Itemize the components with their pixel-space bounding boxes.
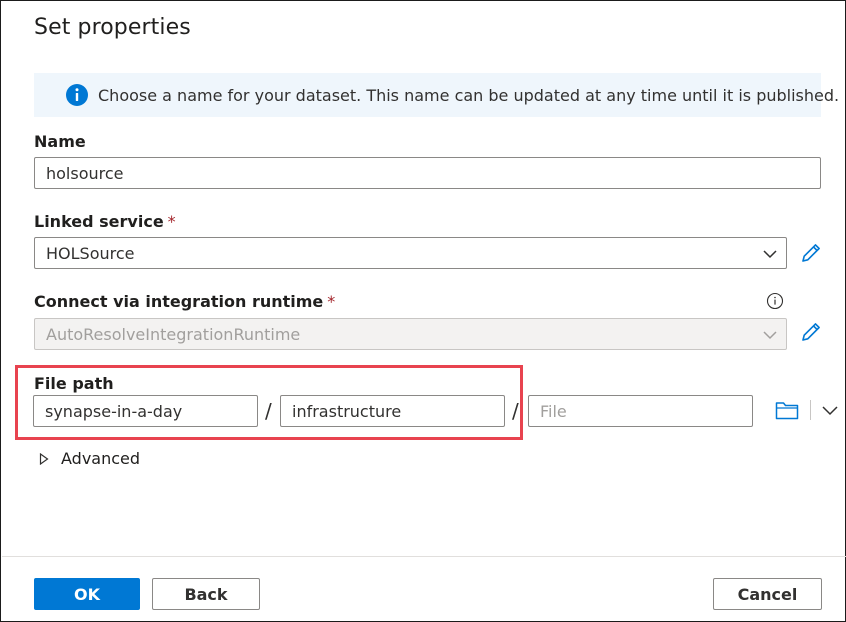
linked-service-label: Linked service * xyxy=(34,212,176,231)
name-input-value: holsource xyxy=(46,163,124,183)
integration-runtime-select: AutoResolveIntegrationRuntime xyxy=(34,318,787,350)
file-path-directory-input[interactable]: infrastructure xyxy=(280,395,505,427)
linked-service-label-text: Linked service xyxy=(34,212,164,231)
integration-runtime-label: Connect via integration runtime * xyxy=(34,292,335,311)
info-message-text: Choose a name for your dataset. This nam… xyxy=(98,85,840,105)
back-button[interactable]: Back xyxy=(152,578,260,610)
file-path-container-value: synapse-in-a-day xyxy=(45,401,183,421)
linked-service-select[interactable]: HOLSource xyxy=(34,237,787,269)
caret-right-icon xyxy=(39,452,49,465)
info-icon xyxy=(66,84,88,106)
name-label: Name xyxy=(34,132,86,151)
edit-linked-service-pencil-icon[interactable] xyxy=(799,241,823,265)
integration-runtime-value: AutoResolveIntegrationRuntime xyxy=(46,324,301,344)
advanced-label: Advanced xyxy=(61,449,141,468)
name-input[interactable]: holsource xyxy=(34,157,821,189)
chevron-down-icon xyxy=(763,331,777,340)
dialog-title: Set properties xyxy=(34,15,191,40)
file-path-file-input[interactable]: File xyxy=(528,395,753,427)
file-path-container-input[interactable]: synapse-in-a-day xyxy=(33,395,258,427)
required-asterisk: * xyxy=(167,212,176,231)
browse-folder-icon[interactable] xyxy=(775,400,799,420)
footer-divider xyxy=(2,556,846,557)
file-path-directory-value: infrastructure xyxy=(292,401,402,421)
file-path-file-placeholder: File xyxy=(540,401,567,421)
chevron-down-icon xyxy=(763,250,777,259)
required-asterisk: * xyxy=(327,292,336,311)
set-properties-dialog: Set properties Choose a name for your da… xyxy=(0,0,846,622)
advanced-expander[interactable]: Advanced xyxy=(39,449,140,468)
path-separator: / xyxy=(512,399,519,423)
edit-runtime-pencil-icon[interactable] xyxy=(799,320,823,344)
cancel-button[interactable]: Cancel xyxy=(713,578,822,610)
path-separator: / xyxy=(265,399,272,423)
runtime-info-icon[interactable] xyxy=(766,292,784,310)
info-message-bar: Choose a name for your dataset. This nam… xyxy=(34,73,839,117)
file-path-label: File path xyxy=(34,374,114,393)
linked-service-value: HOLSource xyxy=(46,243,135,263)
ok-button[interactable]: OK xyxy=(34,578,140,610)
integration-runtime-label-text: Connect via integration runtime xyxy=(34,292,324,311)
chevron-down-icon[interactable] xyxy=(821,402,839,418)
divider xyxy=(810,400,811,420)
